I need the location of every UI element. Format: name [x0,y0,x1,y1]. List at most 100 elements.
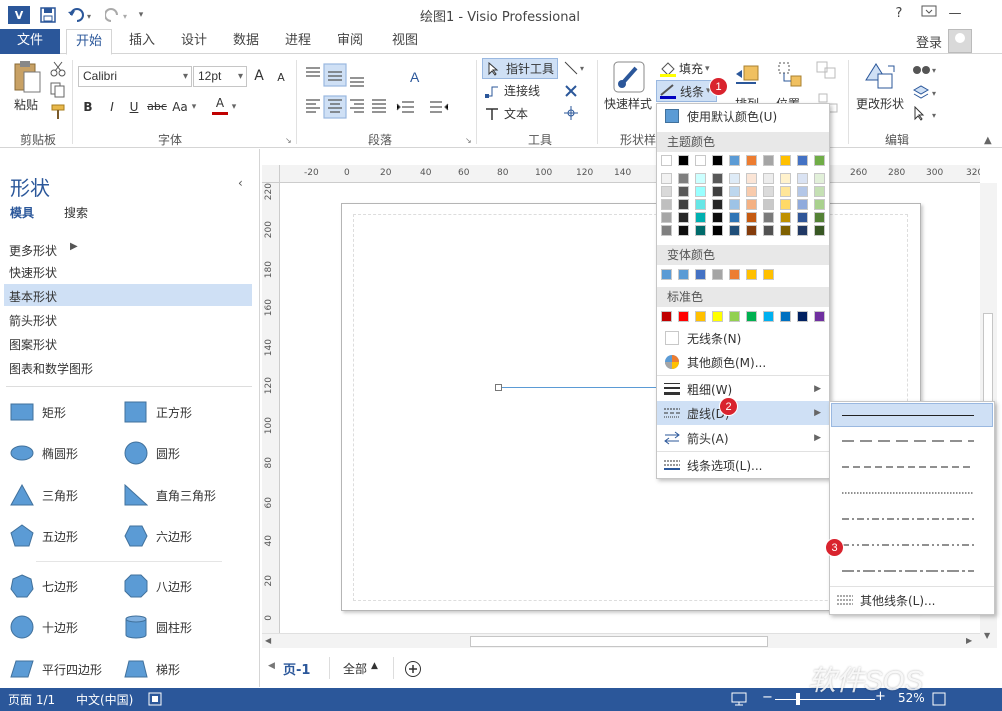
avatar[interactable] [948,29,972,53]
shape-circle[interactable]: 圆形 [124,441,180,465]
color-swatch[interactable] [763,212,774,223]
tab-stencils[interactable]: 模具 [10,204,34,221]
grow-font-button[interactable]: A [252,66,266,86]
color-swatch[interactable] [678,186,689,197]
color-swatch[interactable] [712,269,723,280]
color-swatch[interactable] [661,311,672,322]
color-swatch[interactable] [746,269,757,280]
color-swatch[interactable] [814,155,825,166]
tab-search[interactable]: 搜索 [64,204,88,221]
color-swatch[interactable] [780,155,791,166]
color-swatch[interactable] [712,199,723,210]
text-tool-button[interactable]: 文本 [484,105,528,122]
color-swatch[interactable] [780,311,791,322]
shape-pentagon[interactable]: 五边形 [10,524,78,547]
color-swatch[interactable] [695,225,706,236]
color-swatch[interactable] [661,173,672,184]
color-swatch[interactable] [712,225,723,236]
previous-page-icon[interactable]: ◀ [268,661,275,671]
add-page-icon[interactable] [404,660,422,678]
color-swatch[interactable] [661,225,672,236]
status-page[interactable]: 页面 1/1 [8,691,55,708]
fill-button[interactable]: 填充 ▾ [659,60,710,77]
color-swatch[interactable] [661,155,672,166]
find-icon[interactable]: ▾ [912,60,940,78]
color-swatch[interactable] [661,212,672,223]
color-swatch[interactable] [712,186,723,197]
change-case-button[interactable]: Aa [170,97,190,117]
tab-view[interactable]: 视图 [383,29,427,55]
line-endpoint-handle[interactable] [495,384,502,391]
color-swatch[interactable] [661,199,672,210]
color-swatch[interactable] [712,173,723,184]
color-swatch[interactable] [712,212,723,223]
paste-icon[interactable] [12,60,42,94]
color-swatch[interactable] [746,225,757,236]
tab-file[interactable]: 文件 [0,29,60,54]
vertical-ruler[interactable]: 220 200 180 160 140 120 100 80 60 40 20 … [262,183,280,633]
connector-button[interactable]: 连接线 [484,82,540,99]
stencil-charts-math[interactable]: 图表和数学图形 [9,360,93,377]
color-swatch[interactable] [797,225,808,236]
position-icon[interactable] [776,60,806,92]
menu-item-more-colors[interactable]: 其他颜色(M)... [657,350,829,374]
color-swatch[interactable] [763,199,774,210]
copy-icon[interactable] [50,82,66,98]
color-swatch[interactable] [763,225,774,236]
arrange-icon[interactable] [734,62,762,92]
ribbon-display-button[interactable] [917,3,941,25]
color-swatch[interactable] [678,212,689,223]
color-swatch[interactable] [695,311,706,322]
format-painter-icon[interactable] [50,104,66,120]
shape-octagon[interactable]: 八边形 [124,574,192,598]
presentation-mode-icon[interactable] [731,692,747,706]
pointer-tool-button[interactable]: 指针工具 [482,58,558,79]
tab-process[interactable]: 进程 [276,29,320,55]
menu-item-arrows[interactable]: 箭头(A) ▶ [657,426,829,450]
color-swatch[interactable] [678,225,689,236]
menu-item-dashes[interactable]: 虚线(D) ▶ [657,401,829,425]
menu-item-more-dashes[interactable]: 其他线条(L)... [830,588,994,612]
dialog-launcher-icon[interactable]: ↘ [465,136,472,145]
color-swatch[interactable] [695,269,706,280]
color-swatch[interactable] [695,212,706,223]
horizontal-scrollbar[interactable]: ◀ ▶ [262,633,980,648]
zoom-slider-thumb[interactable] [796,693,800,705]
dash-option-row[interactable] [831,428,993,454]
cut-icon[interactable] [50,61,66,77]
color-swatch[interactable] [814,311,825,322]
dash-option-row[interactable] [831,480,993,506]
chevron-down-icon[interactable]: ▾ [230,97,238,117]
color-swatch[interactable] [780,173,791,184]
color-swatch[interactable] [763,311,774,322]
menu-item-line-options[interactable]: 线条选项(L)... [657,453,829,477]
color-swatch[interactable] [746,199,757,210]
dash-option-row[interactable] [831,558,993,584]
color-swatch[interactable] [678,199,689,210]
shrink-font-button[interactable]: A [274,68,288,88]
minimize-button[interactable]: — [943,3,967,25]
color-swatch[interactable] [763,269,774,280]
color-swatch[interactable] [814,186,825,197]
menu-item-default-color[interactable]: 使用默认颜色(U) [657,104,829,128]
chevron-down-icon[interactable]: ▾ [190,97,198,117]
connection-point-icon[interactable] [563,105,579,121]
color-swatch[interactable] [678,173,689,184]
color-swatch[interactable] [797,186,808,197]
color-swatch[interactable] [814,225,825,236]
scroll-down-icon[interactable]: ▼ [984,631,990,640]
customize-icon[interactable]: ▾ [134,5,148,25]
color-swatch[interactable] [746,155,757,166]
layers-icon[interactable]: ▾ [912,84,940,100]
menu-item-weight[interactable]: 粗细(W) ▶ [657,377,829,401]
color-swatch[interactable] [678,155,689,166]
dialog-launcher-icon[interactable]: ↘ [285,136,292,145]
color-swatch[interactable] [797,212,808,223]
dash-option-solid[interactable] [842,415,974,416]
select-icon[interactable]: ▾ [912,105,940,122]
font-color-button[interactable]: A [212,95,228,115]
redo-icon[interactable]: ▾ [104,5,134,25]
underline-button[interactable]: U [126,97,142,117]
quick-styles-icon[interactable] [612,60,646,94]
color-swatch[interactable] [678,311,689,322]
